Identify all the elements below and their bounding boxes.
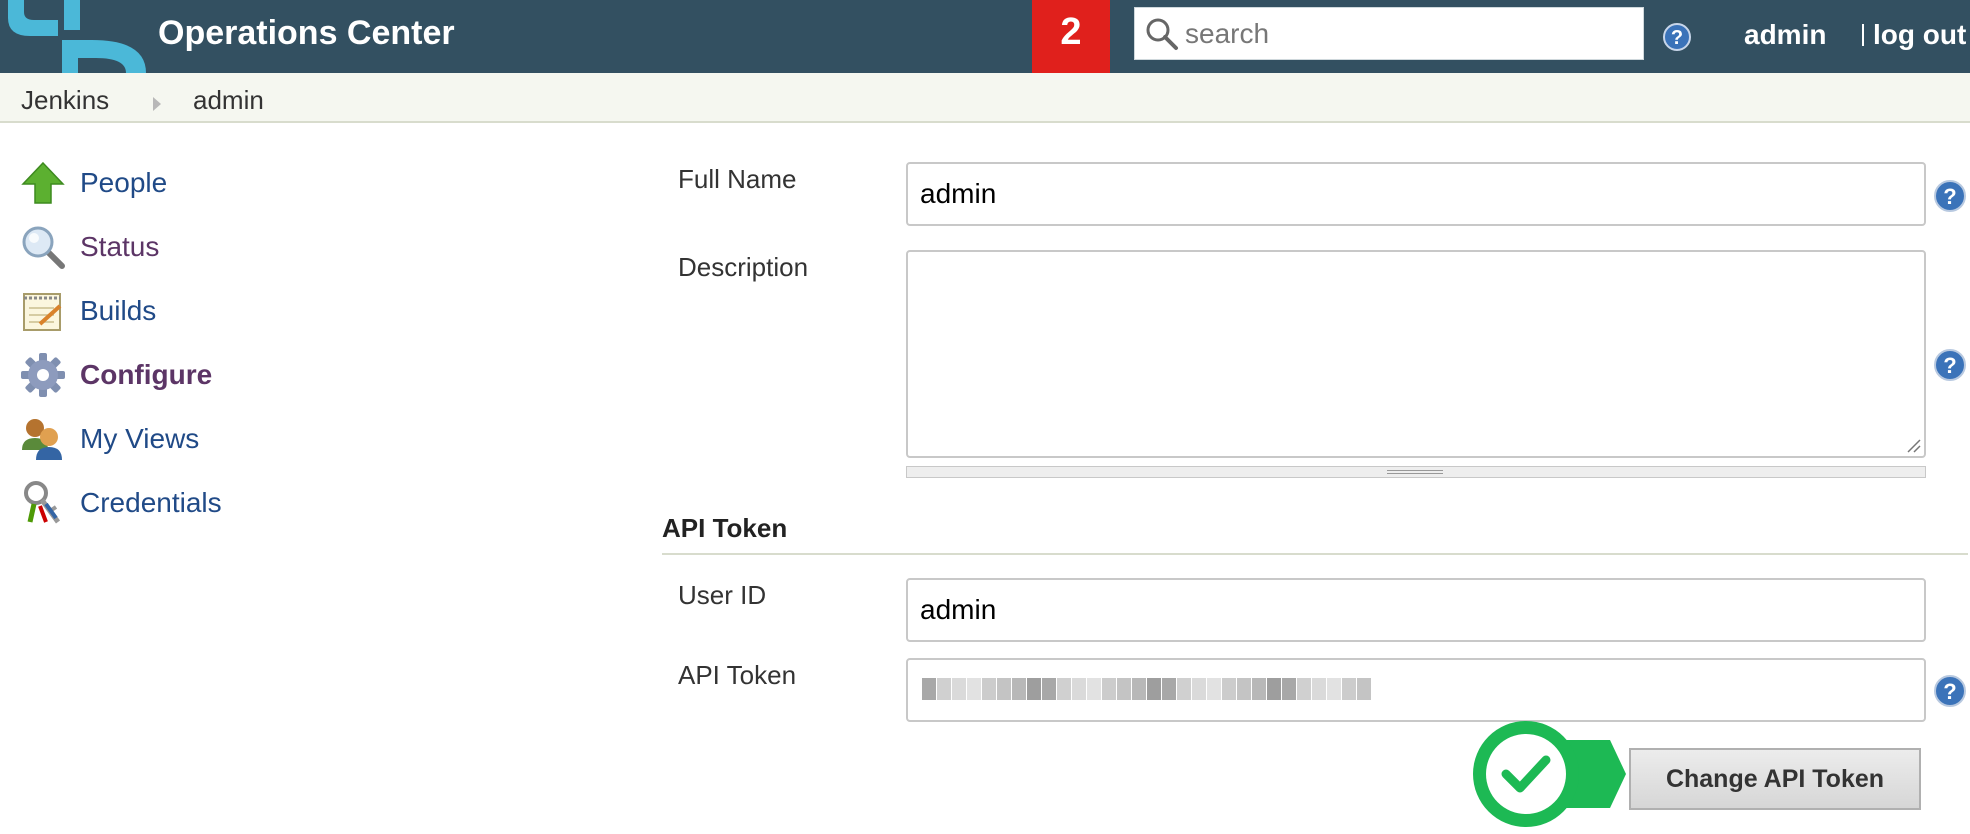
breadcrumb-admin[interactable]: admin	[193, 85, 264, 115]
blur-block	[1087, 678, 1101, 700]
blur-block	[1057, 678, 1071, 700]
api-token-field[interactable]	[906, 658, 1926, 722]
sidebar-item-label[interactable]: Status	[80, 230, 159, 264]
help-icon[interactable]: ?	[1662, 22, 1692, 52]
gear-icon	[21, 353, 65, 397]
section-divider	[662, 553, 1968, 555]
blur-block	[1252, 678, 1266, 700]
blur-block	[1357, 678, 1371, 700]
keys-icon	[24, 481, 61, 524]
blur-block	[1042, 678, 1056, 700]
blur-block	[1012, 678, 1026, 700]
magnifier-icon	[22, 226, 65, 269]
blur-block	[997, 678, 1011, 700]
blur-block	[1117, 678, 1131, 700]
blur-block	[1312, 678, 1326, 700]
blur-block	[1132, 678, 1146, 700]
blur-block	[1222, 678, 1236, 700]
sidebar-item-label[interactable]: Builds	[80, 294, 156, 328]
blur-block	[1147, 678, 1161, 700]
svg-text:?: ?	[1671, 27, 1683, 49]
app-title[interactable]: Operations Center	[158, 13, 455, 53]
jenkins-logo-icon[interactable]	[0, 0, 150, 73]
breadcrumb: Jenkins admin	[0, 73, 1970, 123]
users-icon	[22, 419, 62, 460]
breadcrumb-jenkins[interactable]: Jenkins	[21, 85, 109, 115]
sidebar-item-credentials[interactable]: Credentials	[20, 478, 580, 528]
sidebar-item-label[interactable]: People	[80, 166, 167, 200]
blur-block	[1192, 678, 1206, 700]
header-separator	[1862, 24, 1864, 46]
breadcrumb-arrow-icon[interactable]	[153, 97, 161, 111]
full-name-field[interactable]	[906, 162, 1926, 226]
top-header: Operations Center 2 ? admin log out	[0, 0, 1970, 73]
blur-block	[1027, 678, 1041, 700]
sidebar-item-builds[interactable]: Builds	[20, 286, 580, 336]
help-icon[interactable]: ?	[1933, 179, 1967, 213]
search-input[interactable]	[1185, 14, 1635, 54]
blur-block	[982, 678, 996, 700]
textarea-drag-bar[interactable]	[906, 466, 1926, 478]
sidebar-item-my-views[interactable]: My Views	[20, 414, 580, 464]
blur-block	[1327, 678, 1341, 700]
check-circle-icon	[1473, 721, 1626, 827]
blur-block	[1237, 678, 1251, 700]
blur-block	[1177, 678, 1191, 700]
help-icon[interactable]: ?	[1933, 674, 1967, 708]
user-id-label: User ID	[678, 580, 767, 610]
blur-block	[1267, 678, 1281, 700]
change-api-token-button[interactable]: Change API Token	[1629, 748, 1921, 810]
logout-link[interactable]: log out	[1873, 17, 1966, 53]
notification-badge[interactable]: 2	[1032, 0, 1110, 73]
up-arrow-icon	[21, 161, 65, 204]
blur-block	[937, 678, 951, 700]
sidebar-item-label[interactable]: Configure	[80, 358, 212, 392]
redacted-token-value	[922, 678, 1372, 700]
svg-text:?: ?	[1943, 184, 1956, 209]
blur-block	[922, 678, 936, 700]
blur-block	[1342, 678, 1356, 700]
blur-block	[1102, 678, 1116, 700]
blur-block	[1207, 678, 1221, 700]
notepad-icon	[23, 293, 62, 331]
blur-block	[1282, 678, 1296, 700]
svg-text:?: ?	[1943, 353, 1956, 378]
sidebar-item-label[interactable]: Credentials	[80, 486, 222, 520]
user-id-field[interactable]	[906, 578, 1926, 642]
user-link[interactable]: admin	[1744, 17, 1826, 53]
api-token-label: API Token	[678, 660, 797, 690]
help-icon[interactable]: ?	[1933, 348, 1967, 382]
api-token-section-title: API Token	[662, 513, 788, 543]
sidebar-item-label[interactable]: My Views	[80, 422, 199, 456]
sidebar-item-people[interactable]: People	[20, 158, 580, 208]
sidebar-item-status[interactable]: Status	[20, 222, 580, 272]
description-label: Description	[678, 252, 809, 282]
resize-handle-icon[interactable]	[1906, 438, 1922, 454]
blur-block	[967, 678, 981, 700]
blur-block	[1072, 678, 1086, 700]
search-box	[1134, 7, 1644, 60]
full-name-label: Full Name	[678, 164, 797, 194]
sidebar-item-configure[interactable]: Configure	[20, 350, 580, 400]
blur-block	[1162, 678, 1176, 700]
drag-grip-icon	[1387, 470, 1443, 474]
description-textarea[interactable]	[906, 250, 1926, 458]
blur-block	[952, 678, 966, 700]
search-icon	[1146, 18, 1178, 50]
blur-block	[1297, 678, 1311, 700]
svg-text:?: ?	[1943, 679, 1956, 704]
